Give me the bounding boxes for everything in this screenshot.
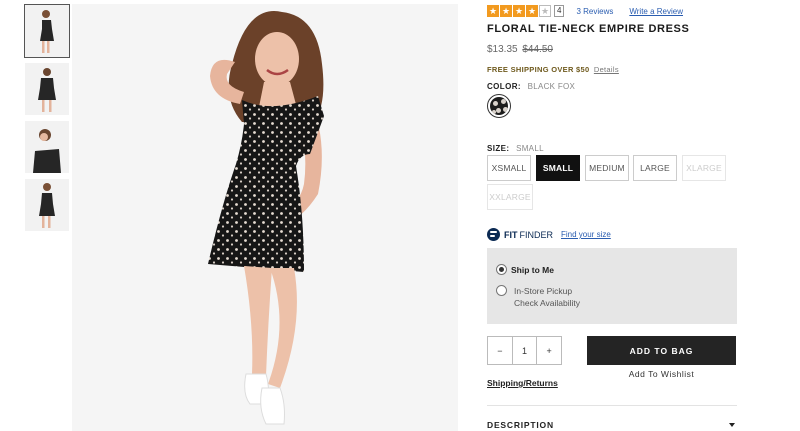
fulfillment-options: Ship to Me In-Store Pickup Check Availab… [487,248,737,324]
find-your-size-link[interactable]: Find your size [561,230,611,239]
write-review-link[interactable]: Write a Review [629,7,683,16]
check-availability-link[interactable]: Check Availability [514,298,580,308]
fit-finder: FIT FINDER Find your size [487,228,611,241]
size-xlarge-button: XLARGE [682,155,726,181]
quantity-stepper: − 1 + [487,336,562,365]
ship-to-me-radio[interactable] [496,264,507,275]
sale-price: $13.35 [487,44,518,55]
color-label: COLOR: BLACK FOX [487,82,575,91]
star-rating: ★ ★ ★ ★ ★ [487,5,552,17]
store-pickup-label[interactable]: In-Store Pickup [514,286,572,296]
quantity-increase-button[interactable]: + [537,337,561,364]
size-label: SIZE: SMALL [487,144,544,153]
size-small-button[interactable]: SMALL [536,155,580,181]
price: $13.35 $44.50 [487,44,553,55]
quantity-decrease-button[interactable]: − [488,337,512,364]
color-value: BLACK FOX [527,82,576,91]
size-large-button[interactable]: LARGE [633,155,677,181]
floral-swatch-pattern [490,97,508,115]
star-empty-icon: ★ [539,5,551,17]
star-icon: ★ [526,5,538,17]
shipping-promo-text: FREE SHIPPING OVER $50 [487,65,590,74]
chevron-down-icon [729,423,735,427]
thumbnail-3[interactable] [25,121,69,173]
thumbnail-4[interactable] [25,179,69,231]
star-icon: ★ [487,5,499,17]
thumbnail-1[interactable] [24,4,70,58]
product-title: FLORAL TIE-NECK EMPIRE DRESS [487,23,690,35]
reviews-link[interactable]: 3 Reviews [576,7,613,16]
star-icon: ★ [500,5,512,17]
quantity-value[interactable]: 1 [511,337,538,364]
color-swatch-black-fox[interactable] [487,94,511,118]
original-price: $44.50 [522,44,553,55]
main-product-image[interactable] [72,4,458,431]
fit-finder-icon [487,228,500,241]
shipping-returns-link[interactable]: Shipping/Returns [487,378,558,388]
add-to-wishlist-link[interactable]: Add To Wishlist [587,369,736,379]
rating-row: ★ ★ ★ ★ ★ 4 3 Reviews Write a Review [487,5,683,17]
add-to-bag-button[interactable]: ADD TO BAG [587,336,736,365]
description-label: DESCRIPTION [487,420,554,430]
size-value: SMALL [516,144,544,153]
shipping-details-link[interactable]: Details [594,65,619,74]
shipping-promo: FREE SHIPPING OVER $50 Details [487,65,619,74]
fit-finder-brand-strong: FIT [504,229,518,240]
size-xsmall-button[interactable]: XSMALL [487,155,531,181]
ship-to-me-label[interactable]: Ship to Me [511,265,554,275]
rating-count: 4 [554,5,565,17]
star-icon: ★ [513,5,525,17]
fit-finder-brand: FINDER [519,229,554,240]
size-label-text: SIZE: [487,144,510,153]
store-pickup-radio[interactable] [496,285,507,296]
color-label-text: COLOR: [487,82,521,91]
thumbnail-list [24,4,70,237]
size-xxlarge-button: XXLARGE [487,184,533,210]
description-toggle[interactable]: DESCRIPTION [487,420,737,430]
thumbnail-2[interactable] [25,63,69,115]
divider [487,405,737,406]
size-medium-button[interactable]: MEDIUM [585,155,629,181]
